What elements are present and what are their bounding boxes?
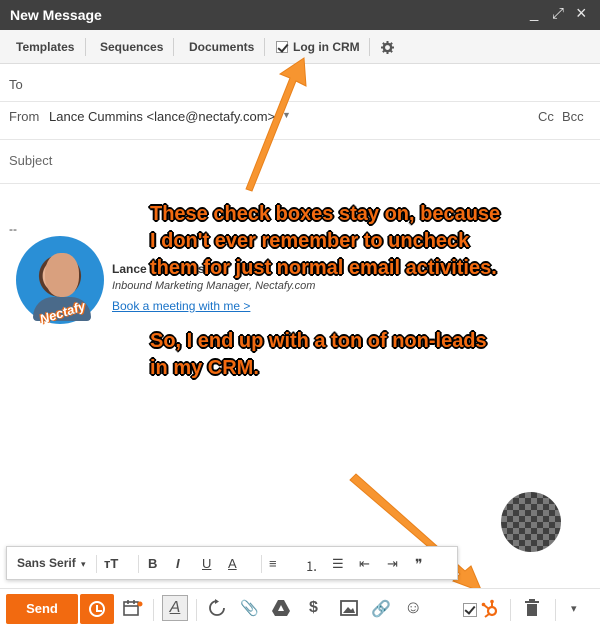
hubspot-icon[interactable] bbox=[481, 599, 499, 619]
bold-button[interactable]: B bbox=[148, 556, 157, 571]
underline-button[interactable]: U bbox=[202, 556, 211, 571]
refresh-icon[interactable] bbox=[208, 599, 226, 617]
format-divider bbox=[96, 555, 97, 573]
format-divider bbox=[261, 555, 262, 573]
bottom-divider bbox=[196, 599, 197, 621]
google-drive-icon[interactable] bbox=[272, 600, 290, 616]
bullet-list-icon[interactable]: ☰ bbox=[332, 556, 344, 572]
bottom-divider bbox=[153, 599, 154, 621]
trash-icon[interactable] bbox=[524, 599, 540, 617]
italic-button[interactable]: I bbox=[176, 556, 180, 571]
send-button[interactable]: Send bbox=[6, 594, 78, 624]
emoji-icon[interactable]: ☺ bbox=[404, 597, 422, 618]
compose-bottom-bar: Send A 📎 $ 🔗 ☺ ▾ bbox=[0, 588, 600, 632]
font-family-caret-icon[interactable]: ▾ bbox=[81, 559, 86, 570]
formatting-toolbar: Sans Serif ▾ тT B I U A ≡ ⒈ ☰ ⇤ ⇥ ❞ bbox=[6, 546, 458, 580]
calendar-icon[interactable] bbox=[123, 599, 143, 617]
indent-less-icon[interactable]: ⇤ bbox=[359, 556, 370, 572]
align-icon[interactable]: ≡ bbox=[269, 556, 277, 571]
text-color-button[interactable]: A bbox=[228, 556, 237, 571]
pixelated-avatar bbox=[501, 492, 561, 552]
font-family-select[interactable]: Sans Serif bbox=[17, 556, 76, 570]
schedule-send-button[interactable] bbox=[80, 594, 114, 624]
insert-link-icon[interactable]: 🔗 bbox=[371, 599, 391, 619]
attach-icon[interactable]: 📎 bbox=[240, 599, 259, 617]
more-options-icon[interactable]: ▾ bbox=[571, 602, 577, 615]
clock-icon bbox=[89, 601, 105, 617]
insert-photo-icon[interactable] bbox=[340, 600, 358, 616]
indent-more-icon[interactable]: ⇥ bbox=[387, 556, 398, 572]
formatting-toggle-button[interactable]: A bbox=[162, 595, 188, 621]
bottom-divider bbox=[510, 599, 511, 621]
arrow-to-crm-checkbox bbox=[245, 57, 307, 192]
money-icon[interactable]: $ bbox=[309, 599, 318, 617]
format-divider bbox=[138, 555, 139, 573]
numbered-list-icon[interactable]: ⒈ bbox=[305, 556, 318, 575]
font-size-button[interactable]: тT bbox=[104, 556, 118, 571]
quote-icon[interactable]: ❞ bbox=[415, 556, 423, 573]
bottom-divider bbox=[555, 599, 556, 621]
log-in-crm-bottom-checkbox[interactable] bbox=[463, 603, 477, 617]
